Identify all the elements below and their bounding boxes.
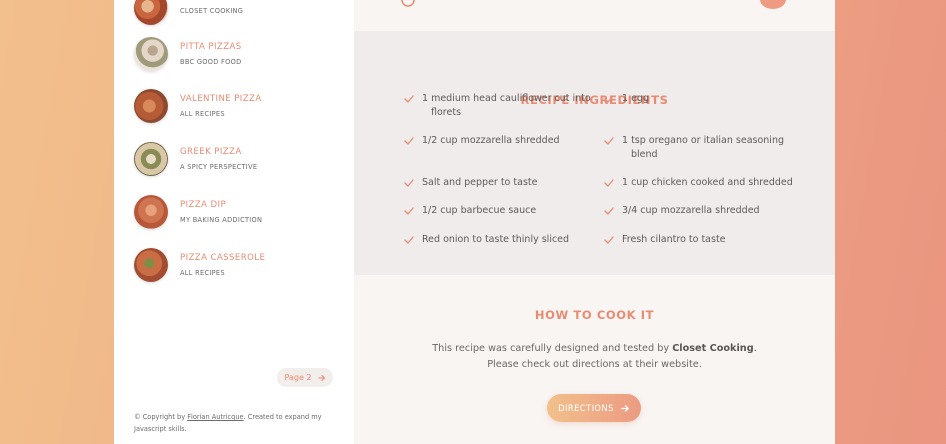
search-result-item[interactable]: VALENTINE PIZZA ALL RECIPES [134, 86, 334, 126]
clock-icon [401, 0, 415, 7]
check-icon [404, 95, 414, 103]
publisher-name: Closet Cooking [672, 343, 754, 354]
search-result-item[interactable]: GREEK PIZZA A SPICY PERSPECTIVE [134, 139, 334, 179]
check-icon [604, 179, 614, 187]
recipe-publisher: ALL RECIPES [180, 269, 225, 277]
recipe-publisher: CLOSET COOKING [180, 6, 244, 15]
recipe-thumbnail [134, 248, 168, 282]
next-page-label: Page 2 [284, 373, 312, 382]
directions-button[interactable]: DIRECTIONS [547, 394, 641, 422]
recipe-title: GREEK PIZZA [180, 147, 242, 157]
recipe-publisher: A SPICY PERSPECTIVE [180, 163, 258, 171]
recipe-publisher: ALL RECIPES [180, 110, 225, 118]
search-result-item[interactable]: CLOSET COOKING [134, 0, 334, 28]
recipe-publisher: MY BAKING ADDICTION [180, 216, 263, 224]
recipe-thumbnail [134, 0, 168, 25]
check-icon [404, 137, 414, 145]
recipe-thumbnail [134, 89, 168, 123]
section-title: HOW TO COOK IT [534, 308, 655, 322]
copyright-notice: © Copyright by Florian Autricque. Create… [134, 413, 322, 433]
recipe-ingredients-section: RECIPE INGREDIENTS 1 medium head caulifl… [354, 31, 835, 275]
search-result-item[interactable]: PIZZA CASSEROLE ALL RECIPES [134, 245, 334, 285]
arrow-right-icon [621, 404, 629, 412]
recipe-thumbnail [134, 195, 168, 229]
recipe-title: PITTA PIZZAS [180, 42, 242, 52]
check-icon [604, 207, 614, 215]
directions-label: DIRECTIONS [558, 403, 614, 413]
check-icon [404, 207, 414, 215]
bookmark-button[interactable] [760, 0, 786, 9]
check-icon [404, 179, 414, 187]
check-icon [604, 137, 614, 145]
check-icon [604, 236, 614, 244]
arrow-right-icon [317, 374, 325, 381]
recipe-thumbnail [134, 37, 168, 71]
check-icon [604, 95, 614, 103]
next-page-button[interactable]: Page 2 [277, 368, 333, 387]
cook-description: This recipe was carefully designed and t… [432, 343, 757, 370]
search-result-item[interactable]: PIZZA DIP MY BAKING ADDICTION [134, 192, 334, 232]
recipe-title: PIZZA CASSEROLE [180, 253, 266, 263]
app-container: CLOSET COOKING PITTA PIZZAS BBC GOOD FOO… [114, 0, 835, 444]
how-to-cook-section: HOW TO COOK IT This recipe was carefully… [354, 275, 835, 444]
recipe-details-bar [354, 0, 835, 31]
recipe-title: PIZZA DIP [180, 200, 227, 210]
search-results-sidebar: CLOSET COOKING PITTA PIZZAS BBC GOOD FOO… [114, 0, 354, 444]
search-result-item[interactable]: PITTA PIZZAS BBC GOOD FOOD [134, 34, 334, 74]
check-icon [404, 236, 414, 244]
author-link[interactable]: Florian Autricque [187, 413, 243, 421]
recipe-publisher: BBC GOOD FOOD [180, 58, 242, 66]
recipe-title: VALENTINE PIZZA [180, 94, 262, 104]
recipe-thumbnail [134, 142, 168, 176]
